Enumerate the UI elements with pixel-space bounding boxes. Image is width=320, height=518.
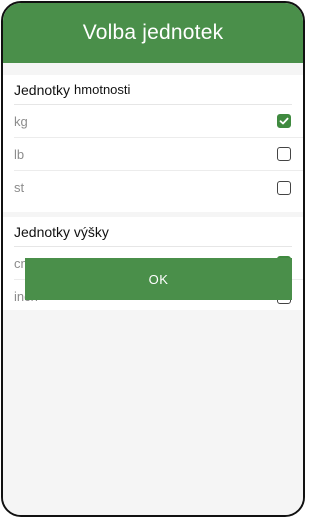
height-title: Jednotky výšky <box>14 223 109 240</box>
checkbox-lb[interactable] <box>277 147 291 161</box>
weight-units-group: Jednotky hmotnosti kg lb st <box>3 75 303 212</box>
ok-button[interactable]: OK <box>25 258 292 300</box>
option-label-kg: kg <box>14 113 28 129</box>
check-icon <box>279 117 289 125</box>
option-st[interactable]: st <box>14 171 303 204</box>
device-frame: Volba jednotek Jednotky hmotnosti kg lb <box>1 1 305 517</box>
weight-title-part2: hmotnosti <box>74 82 131 97</box>
weight-title-part1: Jednotky <box>14 81 71 98</box>
option-kg[interactable]: kg <box>14 105 303 138</box>
height-units-title: Jednotky výšky <box>14 217 292 247</box>
page-title: Volba jednotek <box>82 21 224 44</box>
option-label-lb: lb <box>14 146 25 162</box>
option-lb[interactable]: lb <box>14 138 303 171</box>
option-label-st: st <box>14 180 25 195</box>
checkbox-st[interactable] <box>277 180 291 195</box>
checkbox-kg[interactable] <box>277 114 291 128</box>
weight-units-title: Jednotky hmotnosti <box>14 75 292 105</box>
app-header: Volba jednotek <box>3 3 303 63</box>
content-area: Jednotky hmotnosti kg lb st Jednotky výš… <box>3 63 303 515</box>
